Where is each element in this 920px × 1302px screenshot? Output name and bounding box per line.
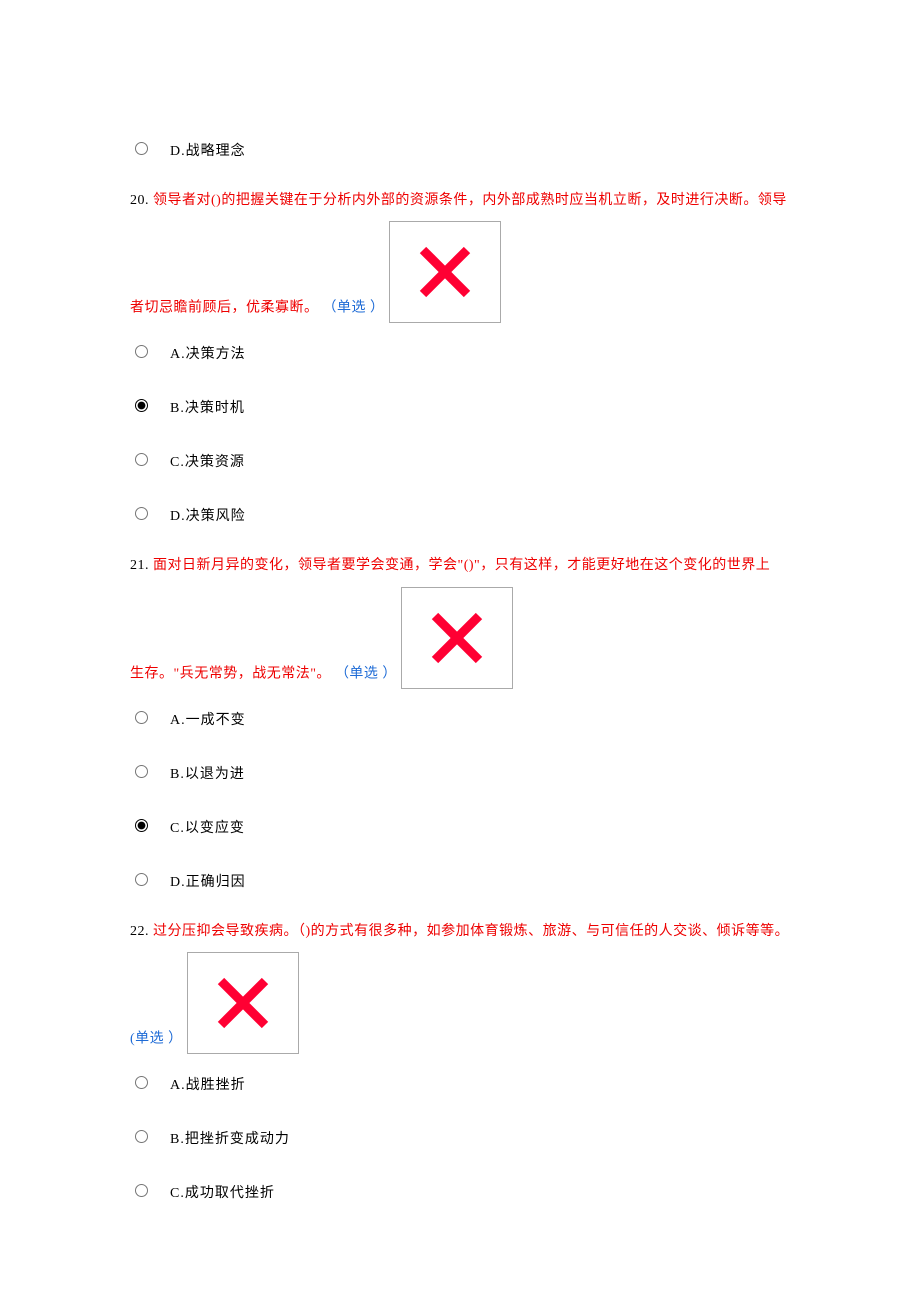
option-text: C.成功取代挫折 <box>170 1176 275 1202</box>
question-stem-line1: 22. 过分压抑会导致疾病。（)的方式有很多种，如参加体育锻炼、旅游、与可信任的… <box>130 917 800 946</box>
question-stem-line1: 20. 领导者对()的把握关键在于分析内外部的资源条件，内外部成熟时应当机立断，… <box>130 186 800 215</box>
option-text: A.战胜挫折 <box>170 1068 246 1094</box>
exam-page: D.战略理念 20. 领导者对()的把握关键在于分析内外部的资源条件，内外部成熟… <box>0 0 920 1268</box>
question-tag: （单选 ） <box>323 301 385 316</box>
question-tag: (单选 ） <box>130 1032 183 1047</box>
option-radio-q21-b[interactable] <box>135 765 148 778</box>
question-20: 20. 领导者对()的把握关键在于分析内外部的资源条件，内外部成熟时应当机立断，… <box>130 186 800 527</box>
question-tag: （单选 ） <box>335 666 397 681</box>
option-text: A.一成不变 <box>170 703 246 729</box>
radio-col <box>130 139 170 155</box>
option-radio-q20-d[interactable] <box>135 507 148 520</box>
question-number: 22. <box>130 924 149 939</box>
wrong-mark-box <box>401 587 513 689</box>
wrong-mark-box <box>389 221 501 323</box>
cross-icon <box>213 973 273 1033</box>
option-radio-q21-a[interactable] <box>135 711 148 724</box>
option-row: A.战胜挫折 <box>130 1066 800 1096</box>
option-radio-q20-b[interactable] <box>135 399 148 412</box>
question-text-part1: 领导者对()的把握关键在于分析内外部的资源条件，内外部成熟时应当机立断，及时进行… <box>153 193 787 208</box>
option-radio-q21-c[interactable] <box>135 819 148 832</box>
option-radio-q20-a[interactable] <box>135 345 148 358</box>
option-row: D.决策风险 <box>130 497 800 527</box>
option-text: A.决策方法 <box>170 337 246 363</box>
option-radio-q22-b[interactable] <box>135 1130 148 1143</box>
question-text-part2: 生存。"兵无常势，战无常法"。 <box>130 666 331 681</box>
option-row: B.把挫折变成动力 <box>130 1120 800 1150</box>
option-row: B.以退为进 <box>130 755 800 785</box>
option-text: D.决策风险 <box>170 499 246 525</box>
tail-option-row: D.战略理念 <box>130 132 800 162</box>
option-radio-tail[interactable] <box>135 142 148 155</box>
option-text: B.决策时机 <box>170 391 245 417</box>
option-row: C.以变应变 <box>130 809 800 839</box>
question-21: 21. 面对日新月异的变化，领导者要学会变通，学会"()"，只有这样，才能更好地… <box>130 551 800 892</box>
question-number: 20. <box>130 193 149 208</box>
question-text-part2: 者切忌瞻前顾后，优柔寡断。 <box>130 301 319 316</box>
option-text: C.决策资源 <box>170 445 245 471</box>
question-text-part1: 过分压抑会导致疾病。（)的方式有很多种，如参加体育锻炼、旅游、与可信任的人交谈、… <box>153 924 789 939</box>
question-22: 22. 过分压抑会导致疾病。（)的方式有很多种，如参加体育锻炼、旅游、与可信任的… <box>130 917 800 1204</box>
option-text: D.战略理念 <box>170 134 246 160</box>
question-number: 21. <box>130 558 149 573</box>
option-row: C.决策资源 <box>130 443 800 473</box>
option-text: C.以变应变 <box>170 811 245 837</box>
question-stem-line2: 生存。"兵无常势，战无常法"。 （单选 ） <box>130 587 800 689</box>
option-radio-q20-c[interactable] <box>135 453 148 466</box>
option-row: C.成功取代挫折 <box>130 1174 800 1204</box>
cross-icon <box>427 608 487 668</box>
wrong-mark-box <box>187 952 299 1054</box>
option-radio-q21-d[interactable] <box>135 873 148 886</box>
question-text-part1: 面对日新月异的变化，领导者要学会变通，学会"()"，只有这样，才能更好地在这个变… <box>153 558 770 573</box>
option-text: B.以退为进 <box>170 757 245 783</box>
option-text: B.把挫折变成动力 <box>170 1122 290 1148</box>
option-row: D.正确归因 <box>130 863 800 893</box>
question-stem-line1: 21. 面对日新月异的变化，领导者要学会变通，学会"()"，只有这样，才能更好地… <box>130 551 800 580</box>
option-radio-q22-c[interactable] <box>135 1184 148 1197</box>
option-radio-q22-a[interactable] <box>135 1076 148 1089</box>
option-row: B.决策时机 <box>130 389 800 419</box>
cross-icon <box>415 242 475 302</box>
option-row: A.一成不变 <box>130 701 800 731</box>
question-stem-line2: 者切忌瞻前顾后，优柔寡断。 （单选 ） <box>130 221 800 323</box>
option-text: D.正确归因 <box>170 865 246 891</box>
question-stem-line2: (单选 ） <box>130 952 800 1054</box>
option-row: A.决策方法 <box>130 335 800 365</box>
